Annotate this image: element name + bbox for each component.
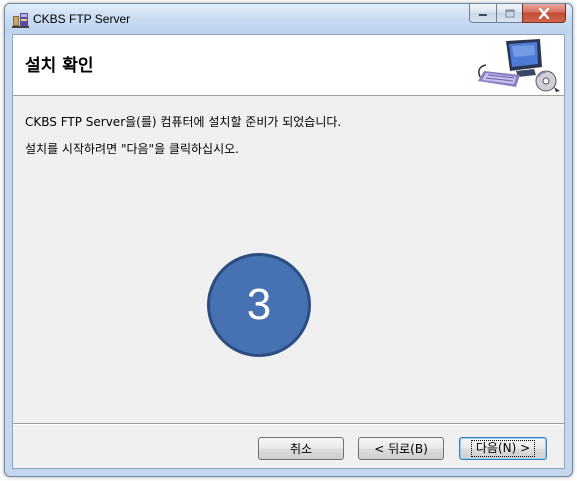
- title-bar[interactable]: CKBS FTP Server: [5, 4, 572, 34]
- close-button[interactable]: [522, 4, 566, 23]
- back-button[interactable]: < 뒤로(B): [358, 437, 444, 460]
- installer-window: CKBS FTP Server 설치 확인 CKBS FTP Server을(를…: [4, 3, 573, 477]
- header-banner: 설치 확인: [13, 35, 564, 96]
- maximize-icon: [504, 8, 515, 18]
- next-button[interactable]: 다음(N) >: [459, 437, 547, 460]
- caption-buttons: [469, 4, 566, 24]
- minimize-icon: [479, 14, 487, 16]
- next-button-label: 다음(N) >: [470, 440, 536, 457]
- instruction-message: 설치를 시작하려면 "다음"을 클릭하십시오.: [25, 142, 239, 156]
- minimize-button[interactable]: [469, 4, 496, 23]
- maximize-button[interactable]: [496, 4, 522, 23]
- window-title: CKBS FTP Server: [33, 12, 131, 26]
- dialog-client-area: 설치 확인 CKBS FTP Server을(를) 컴퓨터에 설치할 준비가 되…: [12, 34, 565, 469]
- banner-title: 설치 확인: [25, 56, 94, 76]
- cancel-button[interactable]: 취소: [258, 437, 344, 460]
- footer-separator: [13, 423, 564, 425]
- close-icon: [538, 7, 550, 19]
- computer-disc-icon: [478, 39, 560, 92]
- ready-message: CKBS FTP Server을(를) 컴퓨터에 설치할 준비가 되었습니다.: [25, 115, 342, 129]
- step-number-badge: 3: [207, 253, 311, 357]
- installer-icon: [12, 13, 29, 28]
